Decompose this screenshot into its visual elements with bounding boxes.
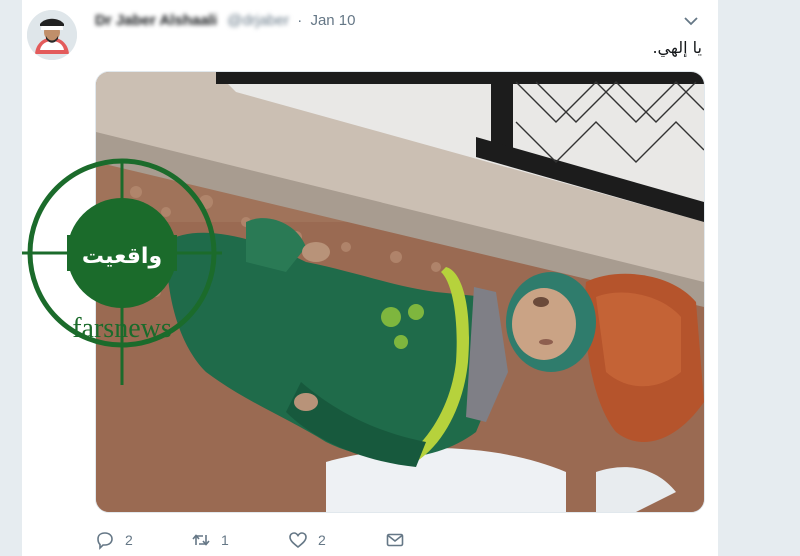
like-count: 2 — [318, 532, 326, 548]
author-handle[interactable]: @drjaber — [227, 12, 289, 29]
retweet-icon — [192, 534, 210, 546]
tweet-actions: 2 1 2 — [95, 528, 495, 552]
watermark-brand: farsnews — [72, 313, 172, 344]
tweet-date[interactable]: Jan 10 — [310, 12, 355, 29]
reply-icon — [97, 532, 113, 550]
avatar[interactable] — [27, 10, 77, 60]
tweet-header: Dr Jaber Alshaali @drjaber · Jan 10 — [95, 12, 355, 29]
like-button[interactable]: 2 — [288, 528, 326, 552]
avatar-image — [27, 10, 77, 60]
direct-message-button[interactable] — [385, 528, 405, 552]
reply-count: 2 — [125, 532, 133, 548]
farsnews-watermark: واقعيت farsnews — [22, 158, 222, 385]
author-name[interactable]: Dr Jaber Alshaali — [95, 12, 217, 29]
chevron-down-icon[interactable] — [684, 16, 698, 26]
retweet-button[interactable]: 1 — [191, 528, 229, 552]
right-gutter — [718, 0, 800, 556]
reply-button[interactable]: 2 — [95, 528, 133, 552]
tweet-card[interactable]: Dr Jaber Alshaali @drjaber · Jan 10 يا إ… — [22, 0, 718, 556]
left-gutter — [0, 0, 22, 556]
tweet-text: يا إلهي. — [652, 38, 702, 57]
retweet-count: 1 — [221, 532, 229, 548]
message-icon — [386, 533, 404, 547]
like-icon — [289, 532, 307, 549]
watermark-arabic: واقعيت — [82, 244, 162, 269]
header-separator: · — [297, 12, 303, 29]
